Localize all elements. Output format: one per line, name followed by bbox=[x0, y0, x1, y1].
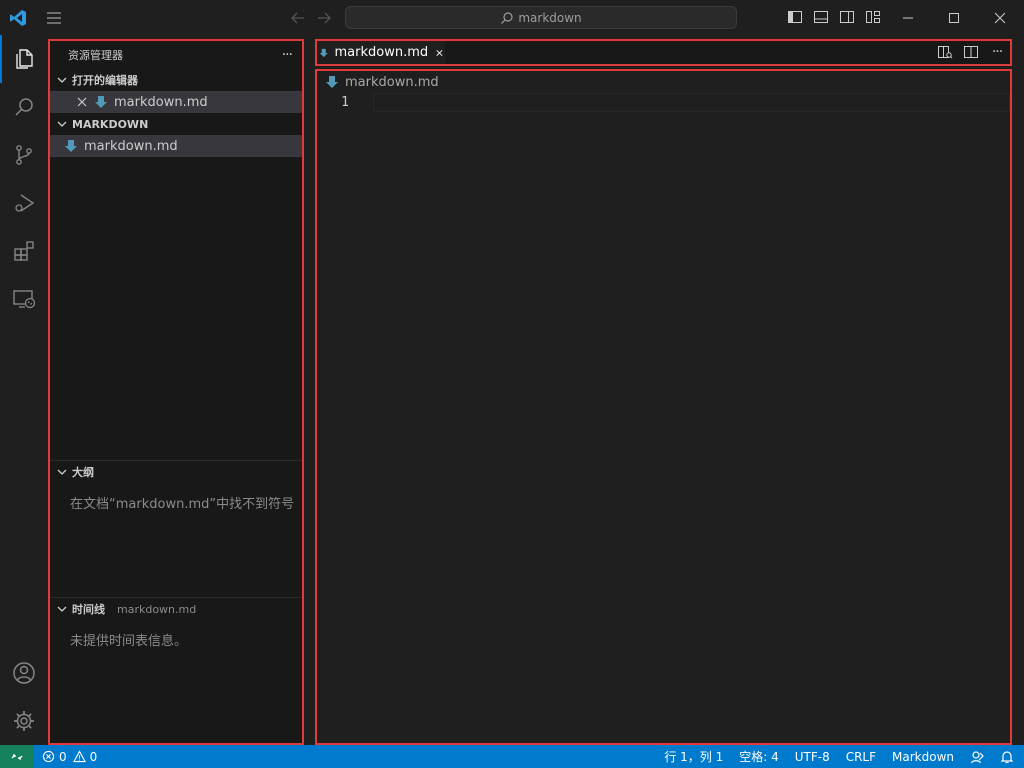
remote-explorer-icon bbox=[13, 290, 36, 309]
timeline-file-label: markdown.md bbox=[117, 602, 197, 616]
forward-arrow-icon[interactable] bbox=[315, 9, 333, 27]
chevron-down-icon bbox=[57, 606, 67, 612]
status-bar: 0 0 行 1，列 1 空格: 4 UTF-8 CRLF Markdown bbox=[0, 745, 1024, 768]
vscode-logo-icon bbox=[8, 8, 28, 28]
notifications-bell-icon[interactable] bbox=[1000, 750, 1014, 764]
current-line-highlight[interactable] bbox=[373, 93, 1010, 112]
search-text: markdown bbox=[518, 10, 582, 25]
toggle-secondary-sidebar-icon[interactable] bbox=[839, 9, 855, 25]
breadcrumb: markdown.md bbox=[317, 71, 1010, 93]
error-icon bbox=[42, 750, 55, 763]
tab-markdown-md[interactable]: markdown.md bbox=[317, 41, 445, 64]
warning-icon bbox=[72, 750, 86, 763]
file-tree-item-label: markdown.md bbox=[84, 138, 178, 154]
source-control-icon bbox=[16, 145, 32, 165]
tab-label: markdown.md bbox=[334, 45, 429, 60]
timeline-section-header[interactable]: 时间线 markdown.md bbox=[50, 598, 302, 620]
file-tree-item[interactable]: markdown.md bbox=[50, 135, 302, 157]
remote-icon bbox=[11, 753, 23, 760]
account-icon bbox=[13, 662, 35, 684]
chevron-down-icon bbox=[57, 121, 67, 127]
customize-layout-icon[interactable] bbox=[865, 9, 881, 25]
end-of-line[interactable]: CRLF bbox=[846, 750, 876, 764]
explorer-title: 资源管理器 bbox=[68, 49, 123, 62]
extensions-icon bbox=[14, 241, 34, 261]
close-icon bbox=[994, 12, 1006, 23]
cursor-position[interactable]: 行 1，列 1 bbox=[664, 748, 723, 765]
outline-empty-message: 在文档“markdown.md”中找不到符号 bbox=[70, 497, 295, 512]
folder-section-header[interactable]: MARKDOWN bbox=[50, 113, 302, 135]
breadcrumb-file[interactable]: markdown.md bbox=[345, 75, 439, 90]
close-icon[interactable] bbox=[74, 94, 90, 110]
remote-explorer-activity-button[interactable] bbox=[0, 275, 48, 323]
editor-area[interactable]: markdown.md 1 bbox=[315, 69, 1012, 745]
explorer-header: 资源管理器 ··· bbox=[50, 41, 302, 69]
minimize-icon bbox=[903, 17, 913, 18]
search-icon bbox=[15, 98, 33, 116]
search-activity-button[interactable] bbox=[0, 83, 48, 131]
file-tree-empty-space[interactable] bbox=[50, 157, 302, 460]
extensions-activity-button[interactable] bbox=[0, 227, 48, 275]
minimize-button[interactable] bbox=[885, 0, 931, 35]
outline-label: 大纲 bbox=[72, 466, 94, 479]
toggle-primary-sidebar-icon[interactable] bbox=[787, 9, 803, 25]
more-actions-icon[interactable]: ··· bbox=[282, 47, 293, 63]
activity-bar bbox=[0, 35, 48, 745]
feedback-icon[interactable] bbox=[970, 750, 984, 764]
error-count: 0 bbox=[59, 749, 67, 764]
chevron-down-icon bbox=[57, 77, 67, 83]
timeline-label: 时间线 bbox=[72, 603, 105, 616]
indentation[interactable]: 空格: 4 bbox=[739, 748, 779, 765]
encoding[interactable]: UTF-8 bbox=[795, 750, 830, 764]
editor-actions: ··· bbox=[936, 43, 1006, 61]
line-number: 1 bbox=[341, 95, 349, 110]
markdown-file-icon bbox=[65, 140, 77, 152]
source-control-activity-button[interactable] bbox=[0, 131, 48, 179]
explorer-sidebar: 资源管理器 ··· 打开的编辑器 markdown.md MARKDOWN ma… bbox=[48, 39, 304, 745]
maximize-icon bbox=[949, 12, 959, 23]
markdown-file-icon bbox=[319, 48, 328, 57]
accounts-activity-button[interactable] bbox=[0, 649, 48, 697]
split-editor-icon[interactable] bbox=[962, 43, 980, 61]
remote-indicator-button[interactable] bbox=[0, 745, 34, 768]
markdown-file-icon bbox=[326, 76, 338, 88]
markdown-file-icon bbox=[95, 96, 107, 108]
outline-section-header[interactable]: 大纲 bbox=[50, 461, 302, 483]
run-debug-activity-button[interactable] bbox=[0, 179, 48, 227]
explorer-activity-button[interactable] bbox=[0, 35, 48, 83]
language-mode[interactable]: Markdown bbox=[892, 750, 954, 764]
editor-tab-bar: markdown.md ··· bbox=[315, 39, 1012, 66]
close-window-button[interactable] bbox=[977, 0, 1023, 35]
back-arrow-icon[interactable] bbox=[289, 9, 307, 27]
open-editor-item[interactable]: markdown.md bbox=[50, 91, 302, 113]
hamburger-menu-icon[interactable] bbox=[44, 9, 64, 27]
run-debug-icon bbox=[15, 194, 35, 212]
open-editors-label: 打开的编辑器 bbox=[72, 74, 138, 87]
files-icon bbox=[16, 49, 33, 69]
manage-activity-button[interactable] bbox=[0, 697, 48, 745]
more-actions-icon[interactable]: ··· bbox=[988, 43, 1006, 61]
status-right-group: 行 1，列 1 空格: 4 UTF-8 CRLF Markdown bbox=[664, 745, 1014, 768]
toggle-panel-icon[interactable] bbox=[813, 9, 829, 25]
close-tab-icon[interactable] bbox=[434, 45, 445, 61]
search-icon bbox=[501, 11, 513, 24]
command-center-search[interactable]: markdown bbox=[345, 6, 737, 29]
gear-icon bbox=[14, 711, 34, 731]
editor-line[interactable]: 1 bbox=[317, 93, 1010, 112]
title-bar: markdown bbox=[0, 0, 1024, 35]
maximize-button[interactable] bbox=[931, 0, 977, 35]
open-editor-file-label: markdown.md bbox=[114, 94, 208, 110]
timeline-empty-message: 未提供时间表信息。 bbox=[70, 634, 188, 649]
chevron-down-icon bbox=[57, 469, 67, 475]
problems-status[interactable]: 0 0 bbox=[42, 745, 97, 768]
warning-count: 0 bbox=[89, 749, 98, 764]
open-preview-to-side-icon[interactable] bbox=[936, 43, 954, 61]
folder-label: MARKDOWN bbox=[72, 117, 149, 131]
open-editors-section-header[interactable]: 打开的编辑器 bbox=[50, 69, 302, 91]
